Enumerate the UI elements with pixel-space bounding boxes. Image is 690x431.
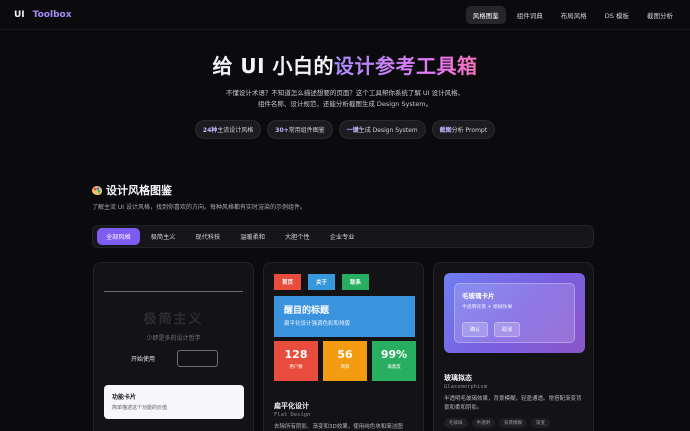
minimal-demo-title: 极简主义	[143, 312, 204, 327]
palette-icon	[92, 185, 102, 195]
top-nav: UI Toolbox 风格图鉴 组件词典 布局风格 DS 模板 截图分析	[0, 0, 690, 29]
style-name: 扁平化设计	[274, 402, 309, 410]
confirm-button[interactable]: 确认	[462, 322, 489, 337]
style-filter-bar: 全部风格 极简主义 现代科技 温暖柔和 大胆个性 企业专业	[92, 225, 594, 248]
flat-tag-about: 关于	[308, 274, 336, 290]
stat-value: 56	[337, 348, 353, 361]
glass-panel-desc: 半透明背景 + 模糊效果	[462, 305, 513, 310]
flat-tag-home: 首页	[274, 274, 302, 290]
section-title: 设计风格图鉴	[92, 182, 172, 198]
style-name-en: Flat Design	[274, 412, 311, 418]
nav-link-styles[interactable]: 风格图鉴	[465, 5, 506, 24]
stat-value: 99%	[380, 348, 408, 361]
style-name: 玻璃拟态	[444, 374, 472, 382]
flat-tag-contact: 联系	[342, 274, 370, 290]
hero: 给 UI 小白的设计参考工具箱 不懂设计术语？不知道怎么描述想要的页面？这个工具…	[0, 48, 690, 139]
nav-divider	[0, 29, 690, 30]
stat-users: 128 用户数	[274, 341, 318, 381]
glass-panel: 毛玻璃卡片 半透明背景 + 模糊效果 确认 取消	[454, 283, 575, 343]
flat-stats: 128 用户数 56 项目 99% 满意度	[274, 341, 416, 381]
hero-title: 给 UI 小白的设计参考工具箱	[0, 48, 690, 84]
start-button[interactable]: 开始使用	[131, 354, 155, 363]
filter-minimal[interactable]: 极简主义	[142, 228, 185, 245]
pill-text: 常用组件图鉴	[288, 127, 325, 134]
feature-card-desc: 简单描述这个功能的价值	[112, 405, 168, 411]
style-desc: 去除所有阴影、渐变和3D效果，使用纯色块和简洁图	[274, 424, 403, 430]
stat-label: 满意度	[387, 365, 401, 370]
brand-name: Toolbox	[32, 9, 72, 20]
nav-link-layouts[interactable]: 布局风格	[554, 6, 594, 24]
flat-tags: 首页 关于 联系	[274, 274, 370, 290]
glass-panel-title: 毛玻璃卡片	[462, 292, 495, 300]
glass-demo-background: 毛玻璃卡片 半透明背景 + 模糊效果 确认 取消	[444, 273, 585, 353]
style-tag: 渐变	[531, 418, 550, 428]
pill-highlight: 24种	[202, 127, 218, 134]
hero-description: 不懂设计术语？不知道怎么描述想要的页面？这个工具帮你系统了解 UI 设计风格、组…	[225, 89, 465, 108]
style-card-glass[interactable]: 毛玻璃卡片 半透明背景 + 模糊效果 确认 取消 玻璃拟态 Glassmorph…	[433, 262, 594, 431]
cancel-button[interactable]: 取消	[494, 322, 521, 337]
feature-card-title: 功能卡片	[112, 394, 137, 401]
style-card-minimal[interactable]: 极简主义 少即是多的设计哲学 开始使用 功能卡片 简单描述这个功能的价值	[93, 262, 254, 431]
filter-all[interactable]: 全部风格	[97, 228, 140, 245]
nav-link-screenshot-analysis[interactable]: 截图分析	[640, 6, 680, 24]
feature-pill: 30+常用组件图鉴	[267, 120, 333, 139]
nav-link-ds-template[interactable]: DS 模板	[598, 6, 636, 24]
style-tag: 半透明	[471, 418, 495, 428]
filter-enterprise[interactable]: 企业专业	[321, 228, 364, 245]
nav-links: 风格图鉴 组件词典 布局风格 DS 模板 截图分析	[465, 5, 680, 24]
divider	[104, 291, 243, 292]
flat-banner-desc: 扁平化设计强调色彩和排版	[284, 321, 351, 327]
style-tags: 毛玻璃 半透明 背景模糊 渐变	[444, 418, 550, 428]
pill-highlight: 截图	[439, 127, 452, 134]
section-title-text: 设计风格图鉴	[106, 184, 172, 197]
filter-warm-soft[interactable]: 温暖柔和	[231, 228, 274, 245]
style-card-flat[interactable]: 首页 关于 联系 醒目的标题 扁平化设计强调色彩和排版 128 用户数 56 项…	[263, 262, 424, 431]
filter-modern-tech[interactable]: 现代科技	[187, 228, 230, 245]
section-subtitle: 了解主流 UI 设计风格，找到你喜欢的方向。每种风格都有实时渲染的示例组件。	[92, 204, 306, 211]
style-name-en: Glassmorphism	[444, 384, 488, 390]
style-tag: 毛玻璃	[444, 418, 468, 428]
filter-bold[interactable]: 大胆个性	[276, 228, 319, 245]
hero-title-plain: 给 UI 小白的	[212, 54, 335, 78]
flat-banner-title: 醒目的标题	[284, 306, 330, 316]
feature-pill: 24种主流设计风格	[194, 120, 262, 139]
stat-label: 用户数	[289, 365, 303, 370]
stat-projects: 56 项目	[323, 341, 367, 381]
style-desc: 半透明毛玻璃效果，背景模糊，轻盈通透。常搭配渐变背景和柔和阴影。	[444, 396, 582, 411]
brand-ui-text: UI	[14, 9, 25, 20]
glass-buttons: 确认 取消	[462, 322, 521, 337]
brand-logo[interactable]: UI Toolbox	[14, 10, 72, 20]
stat-satisfaction: 99% 满意度	[372, 341, 416, 381]
nav-link-components[interactable]: 组件词典	[510, 6, 550, 24]
pill-text: 分析 Prompt	[451, 127, 488, 134]
pill-highlight: 30+	[275, 127, 289, 134]
feature-pill: 截图分析 Prompt	[431, 120, 496, 139]
feature-card: 功能卡片 简单描述这个功能的价值	[104, 385, 244, 419]
hero-feature-pills: 24种主流设计风格 30+常用组件图鉴 一键生成 Design System 截…	[0, 120, 690, 139]
style-tag: 背景模糊	[499, 418, 527, 428]
stat-label: 项目	[340, 365, 350, 370]
flat-banner: 醒目的标题 扁平化设计强调色彩和排版	[274, 296, 415, 337]
minimal-demo-subtitle: 少即是多的设计哲学	[146, 335, 201, 342]
pill-text: 生成 Design System	[358, 127, 418, 134]
hero-title-accent: 设计参考工具箱	[334, 54, 478, 78]
pill-highlight: 一键	[346, 127, 359, 134]
feature-pill: 一键生成 Design System	[338, 120, 426, 139]
stat-value: 128	[284, 348, 308, 361]
pill-text: 主流设计风格	[217, 127, 254, 134]
outline-button[interactable]	[177, 350, 218, 367]
